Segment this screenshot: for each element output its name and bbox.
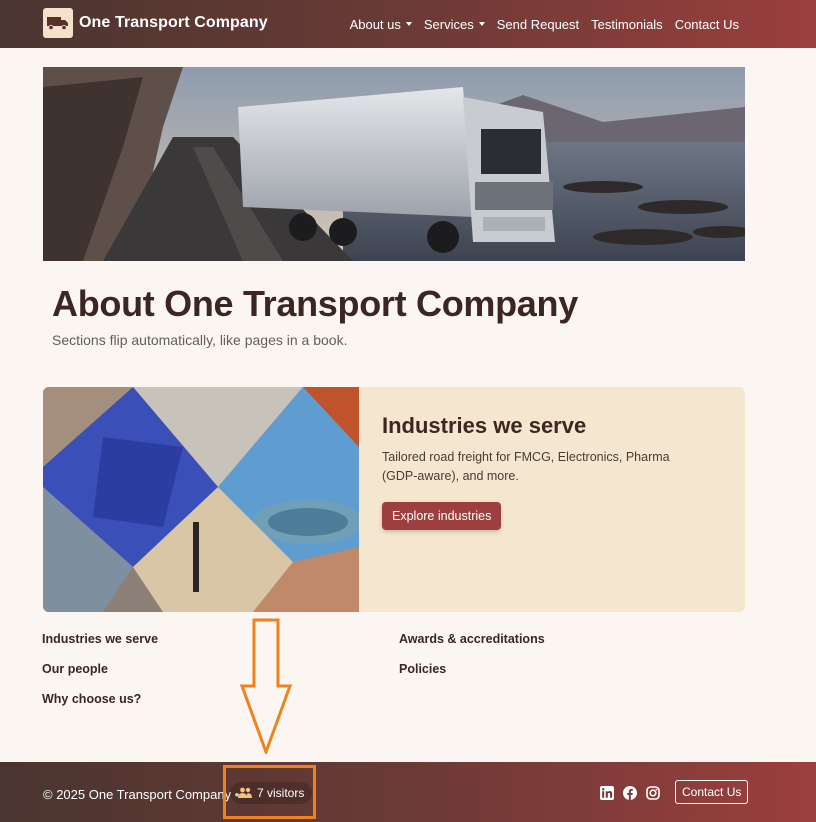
copyright-text: © 2025 One Transport Company • [43, 787, 240, 802]
section-link-industries[interactable]: Industries we serve [42, 632, 158, 646]
annotation-highlight-box [223, 765, 316, 819]
main-nav: About us Services Send Request Testimoni… [350, 0, 739, 48]
nav-send-request[interactable]: Send Request [497, 17, 579, 32]
section-link-policies[interactable]: Policies [399, 662, 446, 676]
linkedin-icon[interactable] [600, 786, 614, 800]
nav-contact-us[interactable]: Contact Us [675, 17, 739, 32]
footer: © 2025 One Transport Company • 7 visitor… [0, 762, 816, 822]
section-link-our-people[interactable]: Our people [42, 662, 108, 676]
industries-card-title: Industries we serve [382, 413, 587, 438]
industries-collage-image [43, 387, 363, 612]
page-subtitle: Sections flip automatically, like pages … [52, 332, 348, 348]
nav-about-us[interactable]: About us [350, 17, 412, 32]
nav-about-us-label: About us [349, 16, 401, 32]
nav-testimonials[interactable]: Testimonials [591, 17, 663, 32]
nav-services-label: Services [423, 16, 474, 32]
navbar: One Transport Company About us Services … [0, 0, 816, 48]
footer-contact-button[interactable]: Contact Us [675, 780, 749, 804]
section-link-awards[interactable]: Awards & accreditations [399, 632, 545, 646]
truck-icon [43, 8, 73, 38]
industries-card-body: Industries we serve Tailored road freigh… [359, 387, 718, 612]
brand[interactable]: One Transport Company [43, 8, 268, 38]
annotation-arrow-icon [239, 618, 293, 754]
page-title: About One Transport Company [52, 283, 578, 324]
explore-industries-button[interactable]: Explore industries [382, 502, 502, 530]
instagram-icon[interactable] [646, 786, 660, 800]
facebook-icon[interactable] [623, 786, 637, 800]
chevron-down-icon [405, 22, 412, 26]
industries-card: Industries we serve Tailored road freigh… [43, 387, 745, 612]
industries-card-text: Tailored road freight for FMCG, Electron… [382, 450, 670, 483]
hero-image [43, 67, 745, 261]
section-link-why-choose-us[interactable]: Why choose us? [42, 692, 141, 706]
chevron-down-icon [478, 22, 485, 26]
nav-services[interactable]: Services [424, 17, 485, 32]
brand-title: One Transport Company [79, 14, 268, 31]
